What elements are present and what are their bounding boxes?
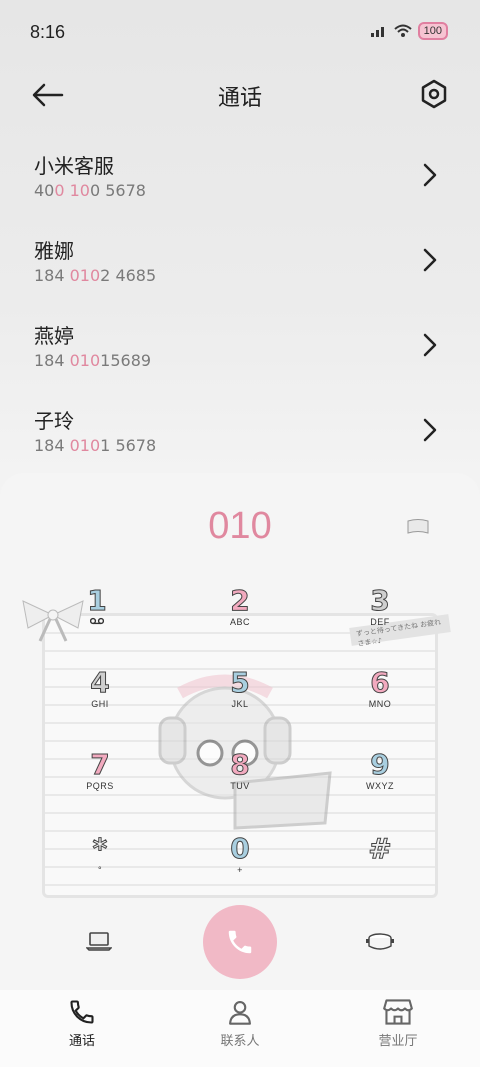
dial-key-7[interactable]: 7 PQRS [65, 748, 135, 809]
flag-sticker-icon[interactable] [406, 518, 430, 536]
nav-tab-calls[interactable]: 通话 [32, 998, 132, 1049]
pot-sticker-icon[interactable] [366, 930, 394, 952]
key-letters: + [237, 865, 243, 875]
dial-key-1[interactable]: 1 [62, 584, 132, 645]
dial-key-0[interactable]: 0 + [205, 832, 275, 893]
status-time: 8:16 [30, 22, 66, 42]
chevron-right-icon[interactable] [420, 330, 440, 360]
dial-key-2[interactable]: 2 ABC [205, 584, 275, 645]
key-digit: 1 [87, 584, 107, 617]
dialpad-panel: 010 ずっと待ってきたね お疲れさま☆♪ 1 2 ABC 3 DEF 4 GH… [0, 473, 480, 993]
nav-label: 通话 [68, 1034, 95, 1049]
phone-icon [70, 1000, 94, 1024]
dial-key-8[interactable]: 8 TUV [205, 748, 275, 809]
key-letters: WXYZ [366, 781, 394, 791]
recent-call-item[interactable]: 小米客服 400 100 5678 [0, 140, 480, 225]
key-letters: ° [97, 865, 103, 875]
chevron-right-icon[interactable] [420, 415, 440, 445]
recent-call-item[interactable]: 子玲 184 0101 5678 [0, 395, 480, 480]
nav-label: 联系人 [220, 1034, 260, 1049]
dial-key-3[interactable]: 3 DEF [345, 584, 415, 645]
bottom-navigation: 通话 联系人 营业厅 [0, 990, 480, 1067]
key-digit: # [368, 832, 392, 865]
signal-icon [370, 27, 384, 37]
key-digit: 6 [370, 666, 390, 699]
status-bar: 8:16 100 [0, 0, 480, 68]
recent-calls-list: 小米客服 400 100 5678 雅娜 184 0102 4685 燕婷 18… [0, 140, 480, 480]
call-button[interactable] [203, 905, 277, 979]
key-letters: PQRS [86, 781, 114, 791]
key-digit: 0 [230, 832, 250, 865]
nav-tab-contacts[interactable]: 联系人 [190, 998, 290, 1049]
dial-key-6[interactable]: 6 MNO [345, 666, 415, 727]
key-digit: 8 [230, 748, 250, 781]
contact-name: 雅娜 [34, 239, 74, 263]
contact-name: 小米客服 [34, 154, 114, 178]
key-letters: MNO [368, 699, 392, 709]
key-letters: GHI [91, 699, 109, 709]
dial-key-4[interactable]: 4 GHI [65, 666, 135, 727]
wifi-icon [393, 24, 412, 37]
recent-call-item[interactable]: 雅娜 184 0102 4685 [0, 225, 480, 310]
battery-indicator: 100 [417, 22, 448, 40]
nav-label: 营业厅 [378, 1034, 418, 1049]
contact-number: 184 0102 4685 [34, 266, 157, 285]
dial-key-hash[interactable]: # [345, 832, 415, 893]
key-letters: ABC [229, 617, 250, 627]
header: 通话 [0, 70, 480, 120]
person-icon [229, 1001, 251, 1025]
dial-key-9[interactable]: 9 WXYZ [345, 748, 415, 809]
recent-call-item[interactable]: 燕婷 184 01015689 [0, 310, 480, 395]
nav-tab-store[interactable]: 营业厅 [348, 998, 448, 1049]
chevron-right-icon[interactable] [420, 245, 440, 275]
key-digit: 2 [230, 584, 250, 617]
voicemail-icon [90, 617, 104, 625]
key-digit: 9 [370, 748, 390, 781]
contact-number: 184 01015689 [34, 351, 152, 370]
contact-name: 燕婷 [34, 324, 74, 348]
chevron-right-icon[interactable] [420, 160, 440, 190]
key-letters: JKL [231, 699, 249, 709]
key-letters: TUV [230, 781, 250, 791]
key-digit: 5 [230, 666, 250, 699]
status-icons: 100 [370, 22, 448, 40]
settings-hexagon-icon[interactable] [418, 78, 450, 110]
laptop-icon[interactable] [86, 930, 112, 952]
key-digit: 7 [90, 748, 110, 781]
contact-number: 400 100 5678 [34, 181, 146, 200]
key-digit: * [92, 832, 108, 865]
phone-icon [228, 930, 252, 954]
key-digit: 3 [370, 584, 390, 617]
page-title: 通话 [217, 86, 262, 111]
contact-name: 子玲 [34, 409, 74, 433]
contact-number: 184 0101 5678 [34, 436, 157, 455]
key-letters: DEF [370, 617, 390, 627]
dial-key-5[interactable]: 5 JKL [205, 666, 275, 727]
key-digit: 4 [90, 666, 110, 699]
store-icon [383, 999, 413, 1025]
dial-key-star[interactable]: * ° [65, 832, 135, 893]
